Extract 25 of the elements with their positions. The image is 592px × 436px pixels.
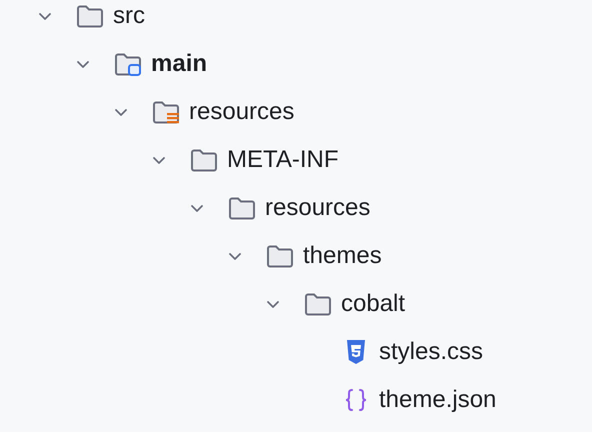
- item-label: main: [151, 49, 208, 79]
- folder-icon: [266, 244, 294, 268]
- item-label: src: [113, 1, 145, 31]
- item-label: cobalt: [341, 289, 406, 319]
- tree-item[interactable]: cobalt: [0, 280, 592, 328]
- item-label: META-INF: [227, 145, 339, 175]
- tree-item[interactable]: theme.json: [0, 376, 592, 424]
- item-label: resources: [265, 193, 370, 223]
- folder-icon: [190, 148, 218, 172]
- tree-item[interactable]: src: [0, 0, 592, 40]
- tree-item[interactable]: styles.css: [0, 328, 592, 376]
- tree-item[interactable]: themes: [0, 232, 592, 280]
- folder-icon: [228, 196, 256, 220]
- item-label: theme.json: [379, 385, 496, 415]
- tree-item[interactable]: resources: [0, 184, 592, 232]
- item-label: resources: [189, 97, 294, 127]
- folder-icon: [76, 4, 104, 28]
- source-folder-icon: [114, 52, 142, 76]
- resources-folder-icon: [152, 100, 180, 124]
- tree-item[interactable]: main: [0, 40, 592, 88]
- item-label: themes: [303, 241, 382, 271]
- folder-icon: [304, 292, 332, 316]
- tree-item[interactable]: resources: [0, 88, 592, 136]
- item-label: styles.css: [379, 337, 484, 367]
- tree-item[interactable]: META-INF: [0, 136, 592, 184]
